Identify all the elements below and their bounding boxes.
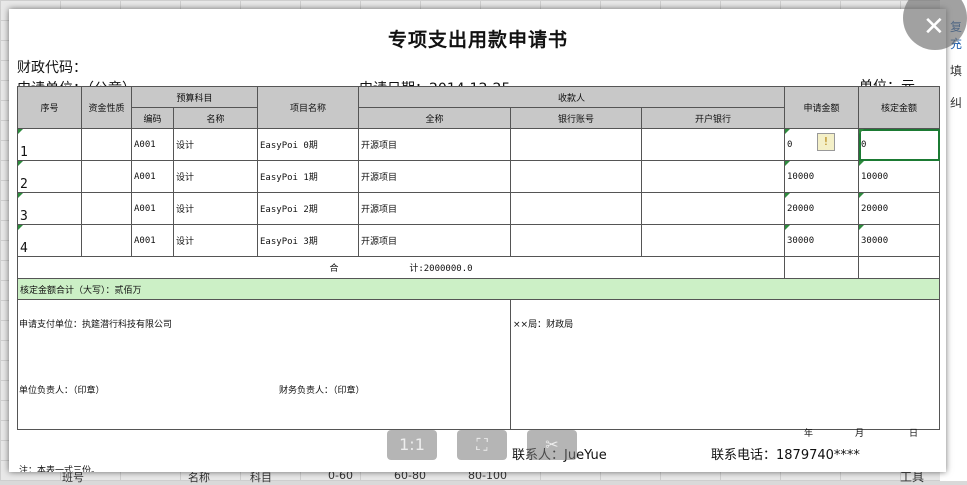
bureau-label: ××局：财政局	[513, 320, 574, 330]
fit-screen-icon: ⛶	[476, 435, 488, 454]
application-table: 序号 资金性质 预算科目 项目名称 收款人 申请金额 核定金额 编码 名称 全称…	[16, 86, 941, 430]
cell-seq[interactable]: 2	[17, 160, 82, 193]
header-apply-amount: 申请金额	[784, 86, 860, 129]
cell-approved[interactable]: 20000	[858, 192, 941, 225]
cell-payee[interactable]: 开源项目	[358, 128, 512, 161]
cell-project[interactable]: EasyPoi 3期	[257, 224, 360, 257]
cell-bank-account[interactable]	[510, 224, 643, 257]
phone-label: 联系电话：1879740****	[711, 448, 860, 463]
unit-head-label: 单位负责人：（印章）	[19, 386, 105, 396]
header-payee: 收款人	[358, 86, 786, 108]
cell-project[interactable]: EasyPoi 2期	[257, 192, 360, 225]
total-row: 合 计:2000000.0	[16, 256, 941, 279]
cell-bank[interactable]	[641, 128, 786, 161]
cell-name[interactable]: 设计	[172, 224, 259, 257]
cell-name[interactable]: 设计	[172, 128, 259, 161]
table-row: 3 A001 设计 EasyPoi 2期 开源项目 20000 20000	[17, 192, 941, 225]
cell-code[interactable]: A001	[131, 224, 174, 257]
cell-apply[interactable]: 30000	[784, 224, 860, 257]
total-apply-cell[interactable]	[784, 256, 860, 279]
table-row: 4 A001 设计 EasyPoi 3期 开源项目 30000 30000	[17, 224, 941, 257]
cell-fund-nature[interactable]	[81, 128, 132, 161]
crop-button[interactable]: ✂	[527, 430, 577, 460]
approved-total-label: 核定金额合计（大写）：贰佰万	[16, 278, 941, 300]
cell-fund-nature[interactable]	[81, 160, 132, 193]
table-row: 1 A001 设计 EasyPoi 0期 开源项目 0 0	[17, 128, 941, 161]
total-approved-cell[interactable]	[858, 256, 941, 279]
cell-project[interactable]: EasyPoi 1期	[257, 160, 360, 193]
cell-code[interactable]: A001	[131, 192, 174, 225]
cell-bank[interactable]	[641, 192, 786, 225]
table-row: 2 A001 设计 EasyPoi 1期 开源项目 10000 10000	[17, 160, 941, 193]
cell-apply[interactable]: 10000	[784, 160, 860, 193]
form-sheet: 专项支出用款申请书 财政代码： 申请单位：（公章） 申请日期：2014-12-2…	[16, 17, 941, 472]
day-label: 日	[909, 429, 919, 439]
cell-fund-nature[interactable]	[81, 224, 132, 257]
fit-screen-button[interactable]: ⛶	[457, 430, 507, 460]
header-full-name: 全称	[358, 107, 512, 129]
cell-approved[interactable]: 0	[858, 128, 941, 161]
cell-seq[interactable]: 1	[17, 128, 82, 161]
cell-project[interactable]: EasyPoi 0期	[257, 128, 360, 161]
header-code: 编码	[131, 107, 174, 129]
warning-icon[interactable]: !	[817, 133, 835, 151]
cell-bank-account[interactable]	[510, 128, 643, 161]
cell-seq[interactable]: 4	[17, 224, 82, 257]
ribbon-tab[interactable]: 纠	[950, 94, 962, 111]
fiscal-code-label: 财政代码：	[17, 60, 87, 76]
cell-payee[interactable]: 开源项目	[358, 192, 512, 225]
cell-bank-account[interactable]	[510, 160, 643, 193]
header-project-name: 项目名称	[257, 86, 360, 129]
cell-code[interactable]: A001	[131, 160, 174, 193]
form-title: 专项支出用款申请书	[387, 29, 568, 51]
header-approved-amount: 核定金额	[858, 86, 941, 129]
header-bank-account: 银行账号	[510, 107, 643, 129]
cell-bank[interactable]	[641, 224, 786, 257]
cell-payee[interactable]: 开源项目	[358, 224, 512, 257]
header-bank: 开户银行	[641, 107, 786, 129]
bureau-sign-cell	[510, 299, 941, 430]
header-budget-subject: 预算科目	[130, 86, 259, 108]
cell-code[interactable]: A001	[131, 128, 174, 161]
cell-approved[interactable]: 30000	[858, 224, 941, 257]
close-icon: ✕	[923, 12, 945, 42]
header-seq: 序号	[17, 86, 82, 129]
note-label: 注：本表一式三份。	[19, 466, 101, 472]
header-fund-nature: 资金性质	[81, 86, 132, 129]
cell-seq[interactable]: 3	[17, 192, 82, 225]
header-name: 名称	[172, 107, 259, 129]
year-label: 年	[804, 429, 814, 439]
cell-payee[interactable]: 开源项目	[358, 160, 512, 193]
cell-bank[interactable]	[641, 160, 786, 193]
scissors-icon: ✂	[545, 435, 559, 454]
actual-size-button[interactable]: 1:1	[387, 430, 437, 460]
month-label: 月	[855, 429, 865, 439]
cell-bank-account[interactable]	[510, 192, 643, 225]
ribbon-tab[interactable]: 填	[950, 62, 962, 79]
total-he-label: 合	[329, 264, 339, 274]
cell-apply[interactable]: 20000	[784, 192, 860, 225]
cell-fund-nature[interactable]	[81, 192, 132, 225]
cell-approved[interactable]: 10000	[858, 160, 941, 193]
image-preview: 专项支出用款申请书 财政代码： 申请单位：（公章） 申请日期：2014-12-2…	[9, 9, 946, 472]
finance-head-label: 财务负责人：（印章）	[279, 386, 365, 396]
cell-name[interactable]: 设计	[172, 160, 259, 193]
cell-name[interactable]: 设计	[172, 192, 259, 225]
total-cell: 合 计:2000000.0	[16, 256, 786, 279]
total-value: 计:2000000.0	[409, 264, 473, 274]
pay-unit-label: 申请支付单位：执筵潜行科技有限公司	[19, 320, 173, 330]
